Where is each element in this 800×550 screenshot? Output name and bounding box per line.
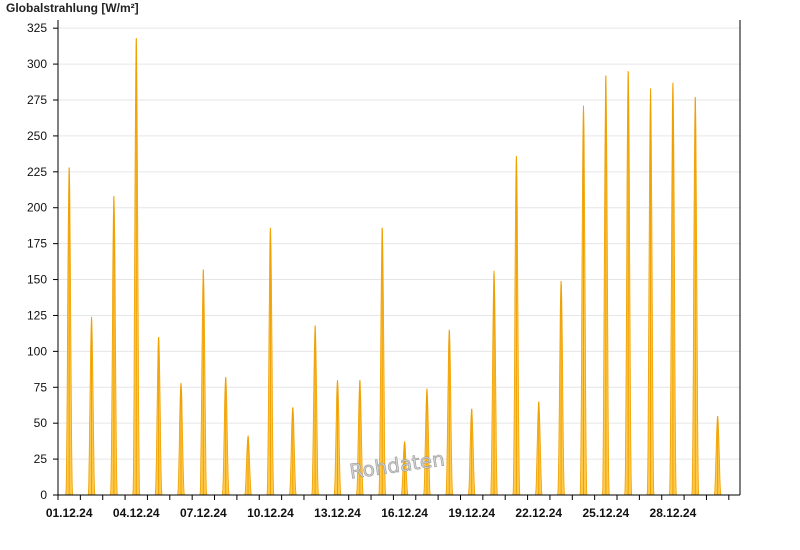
x-tick-label: 01.12.24 [46,506,93,520]
x-tick-label: 28.12.24 [650,506,697,520]
y-tick-label: 100 [27,344,47,358]
y-tick-label: 275 [27,93,47,107]
y-tick-label: 200 [27,201,47,215]
x-tick-label: 13.12.24 [314,506,361,520]
y-axis-ticks: 0 25 50 75 100 125 150 175 200 225 250 275 300 325 [27,21,58,502]
x-tick-label: 04.12.24 [113,506,160,520]
y-tick-label: 75 [34,380,48,394]
x-tick-label: 07.12.24 [180,506,227,520]
y-tick-label: 0 [40,488,47,502]
x-tick-label: 16.12.24 [381,506,428,520]
x-tick-label: 10.12.24 [247,506,294,520]
watermark: Rohdaten [348,447,446,484]
y-tick-label: 175 [27,237,47,251]
y-tick-label: 250 [27,129,47,143]
x-tick-label: 19.12.24 [448,506,495,520]
x-axis-ticks: 01.12.24 04.12.24 07.12.24 10.12.24 13.12.24… [46,495,730,520]
y-tick-label: 225 [27,165,47,179]
y-tick-label: 125 [27,308,47,322]
x-tick-label: 22.12.24 [515,506,562,520]
chart: 0 25 50 75 100 125 150 175 200 225 250 275 300 325 01… [27,20,741,520]
y-tick-label: 150 [27,273,47,287]
y-tick-label: 300 [27,57,47,71]
y-tick-label: 25 [34,452,48,466]
y-tick-label: 50 [34,416,48,430]
daily-radiation-series [65,38,722,496]
x-tick-label: 25.12.24 [582,506,629,520]
y-tick-label: 325 [27,21,47,35]
